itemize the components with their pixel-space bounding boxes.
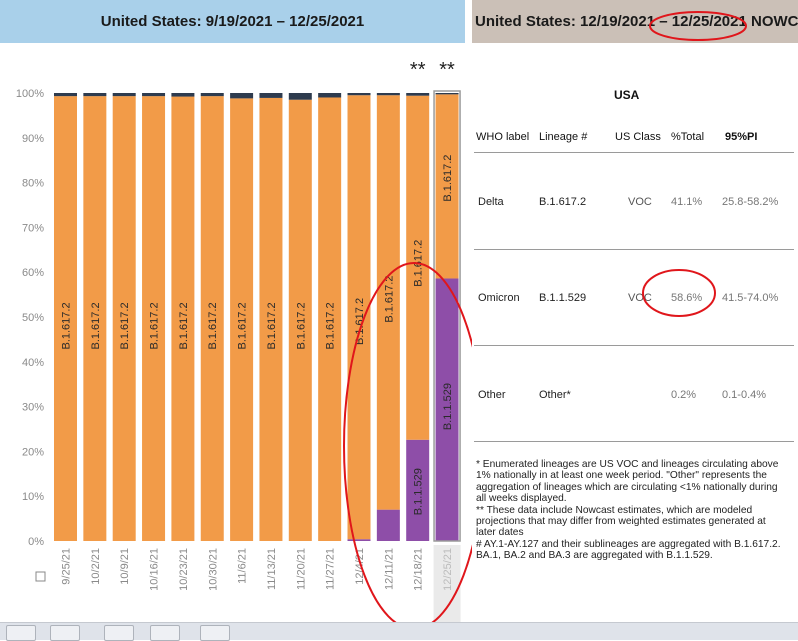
- x-tick-label: 11/13/21: [266, 548, 278, 590]
- delta-bar-label: B.1.617.2: [295, 302, 307, 349]
- row-delta-total: 41.1%: [671, 196, 703, 208]
- col-pi: 95%PI: [725, 131, 758, 143]
- y-tick-label: 90%: [22, 133, 44, 145]
- omicron-bar-label: B.1.1.529: [413, 468, 425, 515]
- table-divider: [474, 441, 794, 442]
- bar-segment-other: [435, 93, 459, 95]
- x-tick-label: 10/16/21: [149, 548, 161, 591]
- nowcast-marker: **: [439, 59, 455, 81]
- taskbar: [0, 622, 798, 641]
- y-tick-label: 80%: [22, 178, 44, 190]
- bar-segment-b-1-1-529: [376, 509, 400, 541]
- x-tick-label: 12/4/21: [354, 548, 366, 585]
- delta-bar-label: B.1.617.2: [442, 155, 454, 202]
- y-tick-label: 0%: [28, 536, 44, 548]
- chart-header: United States: 9/19/2021 – 12/25/2021: [0, 0, 465, 43]
- bar-segment-other: [54, 93, 77, 97]
- y-tick-label: 60%: [22, 267, 44, 279]
- row-omicron-pi: 41.5-74.0%: [722, 292, 779, 304]
- delta-bar-label: B.1.617.2: [149, 302, 161, 349]
- x-tick-label: 11/20/21: [295, 548, 307, 590]
- delta-bar-label: B.1.617.2: [266, 302, 278, 349]
- row-delta-who: Delta: [478, 196, 504, 208]
- y-tick-label: 40%: [22, 357, 44, 369]
- y-tick-label: 70%: [22, 222, 44, 234]
- y-tick-label: 20%: [22, 446, 44, 458]
- delta-bar-label: B.1.617.2: [119, 302, 131, 349]
- bar-segment-other: [347, 93, 371, 96]
- footnote-1: * Enumerated lineages are US VOC and lin…: [476, 459, 779, 505]
- x-tick-label: 10/30/21: [207, 548, 219, 591]
- bar-segment-other: [230, 93, 254, 99]
- bar-segment-other: [376, 93, 400, 96]
- row-omicron-class: VOC: [628, 292, 652, 304]
- delta-bar-label: B.1.617.2: [90, 302, 102, 349]
- row-other-who: Other: [478, 389, 506, 401]
- row-delta-lineage: B.1.617.2: [539, 196, 587, 208]
- bar-segment-other: [112, 93, 136, 97]
- x-tick-label: 12/11/21: [383, 548, 395, 590]
- table-region-title: USA: [614, 88, 640, 102]
- footnote-3: # AY.1-AY.127 and their sublineages are …: [476, 538, 781, 562]
- x-tick-label: 9/25/21: [61, 548, 73, 585]
- delta-bar-label: B.1.617.2: [237, 302, 249, 349]
- bar-segment-other: [142, 93, 166, 97]
- row-omicron-total: 58.6%: [671, 292, 703, 304]
- delta-bar-label: B.1.617.2: [178, 302, 190, 349]
- row-omicron-lineage: B.1.1.529: [539, 292, 587, 304]
- row-delta-pi: 25.8-58.2%: [722, 196, 779, 208]
- bar-segment-other: [406, 93, 430, 96]
- bar-segment-other: [259, 93, 283, 98]
- col-total: %Total: [671, 131, 705, 143]
- row-omicron-who: Omicron: [478, 292, 520, 304]
- row-other-lineage: Other*: [539, 389, 571, 401]
- bar-segment-other: [83, 93, 107, 97]
- bar-segment-other: [318, 93, 342, 98]
- delta-bar-label: B.1.617.2: [354, 298, 366, 345]
- delta-bar-label: B.1.617.2: [383, 276, 395, 323]
- footnote-2: ** These data include Nowcast estimates,…: [476, 504, 766, 539]
- y-tick-label: 30%: [22, 402, 44, 414]
- nowcast-header: United States: 12/19/2021 – 12/25/2021 N…: [472, 0, 798, 43]
- col-who-label: WHO label: [476, 131, 530, 143]
- table-divider: [474, 345, 794, 346]
- nowcast-marker: **: [410, 59, 426, 81]
- variant-proportions-chart: 0% 10% 20% 30% 40% 50% 60% 70% 80% 90% 100% B.1.617…: [16, 59, 472, 622]
- y-tick-label: 100%: [16, 88, 44, 100]
- collapse-icon: [35, 571, 46, 582]
- nowcast-label-highlight: [433, 545, 461, 622]
- row-other-pi: 0.1-0.4%: [722, 389, 767, 401]
- bar-segment-b-1-1-529: [347, 539, 371, 541]
- col-lineage: Lineage #: [539, 131, 588, 143]
- delta-bar-label: B.1.617.2: [61, 302, 73, 349]
- col-us-class: US Class: [615, 131, 661, 143]
- x-tick-label: 11/6/21: [237, 548, 249, 584]
- x-tick-label: 11/27/21: [325, 548, 337, 590]
- bar-segment-other: [171, 93, 195, 97]
- y-tick-label: 50%: [22, 312, 44, 324]
- bar-segment-other: [288, 93, 312, 100]
- x-tick-label: 10/9/21: [119, 548, 131, 585]
- table-divider: [474, 249, 794, 250]
- omicron-bar-label: B.1.1.529: [442, 383, 454, 430]
- bar-segment-other: [200, 93, 224, 97]
- table-divider: [474, 152, 794, 153]
- y-tick-label: 10%: [22, 491, 44, 503]
- footnotes: * Enumerated lineages are US VOC and lin…: [476, 459, 786, 562]
- row-delta-class: VOC: [628, 196, 652, 208]
- x-tick-label: 10/23/21: [178, 548, 190, 591]
- row-other-total: 0.2%: [671, 389, 697, 401]
- x-tick-label: 12/18/21: [413, 548, 425, 591]
- delta-bar-label: B.1.617.2: [325, 302, 337, 349]
- delta-bar-label: B.1.617.2: [207, 302, 219, 349]
- x-tick-label: 10/2/21: [90, 548, 102, 585]
